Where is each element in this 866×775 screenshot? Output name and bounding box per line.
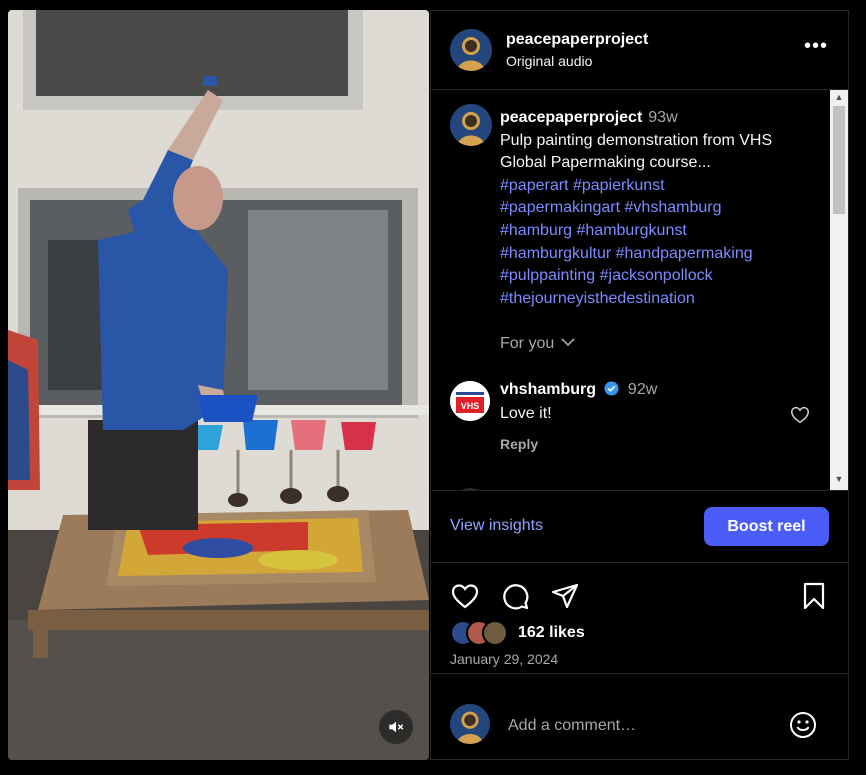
for-you-toggle[interactable]: For you — [500, 335, 575, 353]
post-actions: 162 likes January 29, 2024 — [431, 562, 848, 672]
more-options-button[interactable]: ••• — [801, 33, 831, 63]
author-username[interactable]: peacepaperproject — [506, 31, 648, 49]
caption-timestamp[interactable]: 93w — [648, 109, 677, 126]
hashtag-link[interactable]: #papierkunst — [573, 177, 665, 194]
author-portrait-icon — [450, 704, 490, 744]
instagram-post-modal: peacepaperproject Original audio ••• pea… — [0, 0, 866, 775]
author-portrait-icon — [450, 104, 492, 146]
more-horizontal-icon: ••• — [803, 35, 828, 57]
commenter-username[interactable]: vhshamburg — [500, 381, 596, 398]
scroll-up-arrow-icon[interactable]: ▲ — [830, 92, 848, 104]
scroll-down-arrow-icon[interactable]: ▼ — [830, 474, 848, 486]
audio-label[interactable]: Original audio — [506, 53, 592, 69]
hashtag-link[interactable]: #hamburgkunst — [577, 222, 687, 239]
current-user-avatar — [450, 704, 490, 744]
comment-timestamp[interactable]: 92w — [628, 381, 657, 398]
speaker-muted-icon — [389, 721, 404, 733]
comment-input[interactable] — [506, 714, 780, 738]
hashtag-link[interactable]: #thejourneyisthedestination — [500, 290, 695, 307]
comment-bubble-icon[interactable] — [500, 581, 530, 611]
hashtag-link[interactable]: #hamburgkultur — [500, 245, 611, 262]
svg-text:VHS: VHS — [461, 401, 480, 411]
mute-toggle-button[interactable] — [379, 710, 413, 744]
likes-count[interactable]: 162 likes — [518, 624, 585, 642]
hashtag-link[interactable]: #hamburg — [500, 222, 572, 239]
post-header: peacepaperproject Original audio ••• — [431, 11, 848, 90]
hashtag-link[interactable]: #jacksonpollock — [600, 267, 713, 284]
send-paper-plane-icon[interactable] — [550, 581, 580, 611]
heart-outline-icon[interactable] — [789, 404, 811, 426]
heart-icon[interactable] — [450, 581, 480, 611]
for-you-label: For you — [500, 335, 555, 352]
hashtag-link[interactable]: #handpapermaking — [616, 245, 753, 262]
liker-avatar — [482, 620, 508, 646]
comments-scroll-area[interactable]: peacepaperproject 93w Pulp painting demon… — [431, 90, 830, 490]
video-frame — [8, 10, 429, 760]
scrollbar-thumb[interactable] — [833, 106, 845, 214]
insights-bar: View insights Boost reel — [431, 490, 848, 563]
comments-scrollbar[interactable]: ▲ ▼ — [830, 90, 848, 490]
add-comment-bar — [431, 673, 848, 760]
reply-button[interactable]: Reply — [500, 436, 538, 452]
hashtag-link[interactable]: #paperart — [500, 177, 569, 194]
view-insights-link[interactable]: View insights — [450, 517, 543, 535]
caption-avatar[interactable] — [450, 104, 492, 146]
hashtag-link[interactable]: #pulppainting — [500, 267, 595, 284]
emoji-smile-icon[interactable] — [789, 711, 817, 739]
caption-text-block: peacepaperproject 93w Pulp painting demon… — [500, 107, 820, 310]
boost-reel-button[interactable]: Boost reel — [704, 507, 829, 546]
commenter-avatar[interactable]: VHS — [450, 381, 490, 421]
author-portrait-icon — [450, 29, 492, 71]
chevron-down-icon — [561, 338, 575, 347]
hashtag-link[interactable]: #papermakingart — [500, 199, 620, 216]
author-avatar[interactable] — [450, 29, 492, 71]
post-date: January 29, 2024 — [450, 651, 559, 667]
comment-text: Love it! — [500, 405, 552, 422]
caption-body: Pulp painting demonstration from VHS Glo… — [500, 131, 773, 172]
post-sidebar: peacepaperproject Original audio ••• pea… — [430, 10, 849, 760]
reel-video-player[interactable] — [8, 10, 429, 760]
hashtag-link[interactable]: #vhshamburg — [625, 199, 722, 216]
partial-next-comment — [461, 488, 479, 490]
caption-username[interactable]: peacepaperproject — [500, 109, 642, 126]
comment-header: vhshamburg 92w — [500, 381, 657, 399]
vhs-logo-icon: VHS — [450, 381, 490, 421]
verified-badge-icon — [604, 381, 619, 396]
bookmark-icon[interactable] — [799, 581, 829, 611]
